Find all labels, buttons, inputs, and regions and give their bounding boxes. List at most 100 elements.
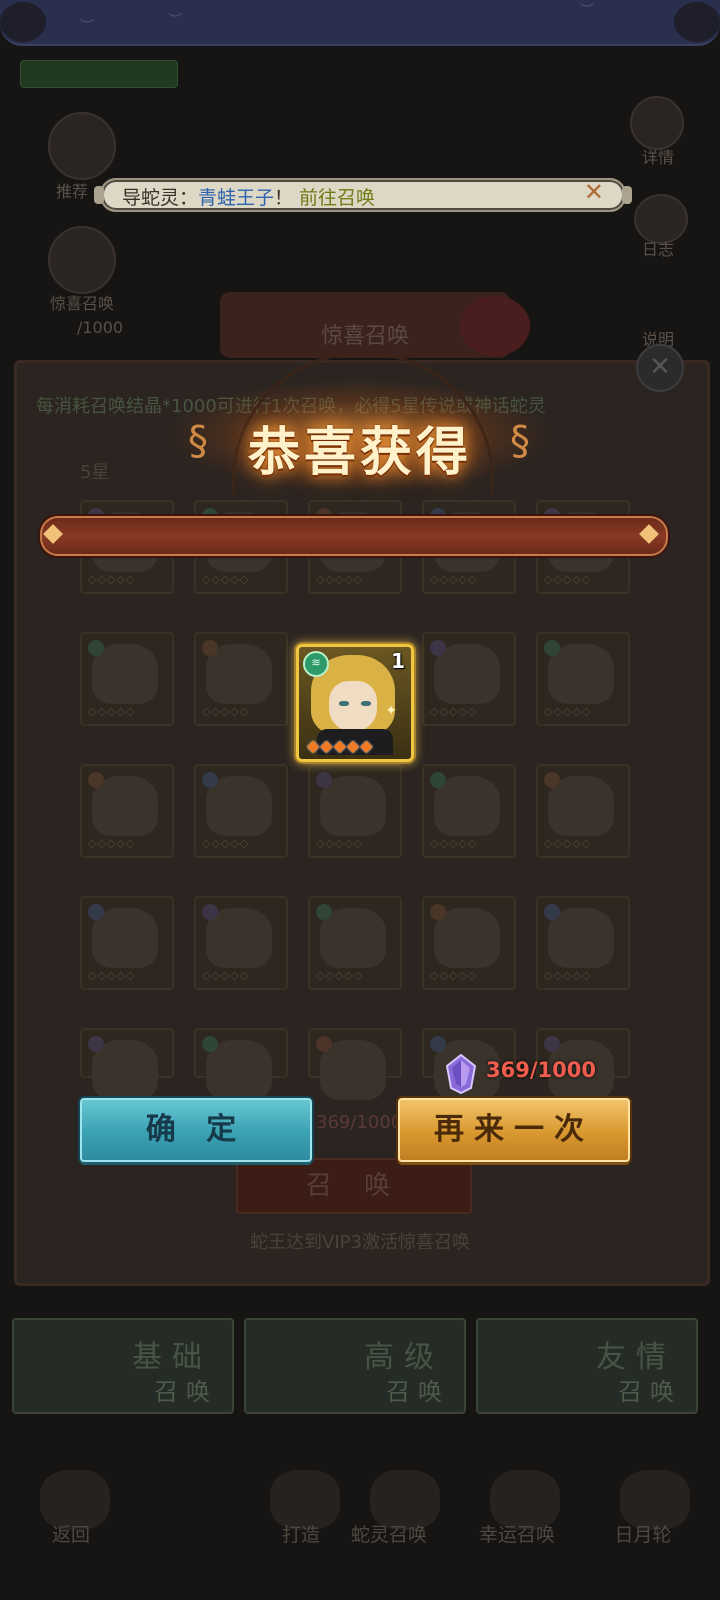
star-rating-icon: ◇◇◇◇◇ xyxy=(202,837,250,850)
resource-bar xyxy=(20,60,178,88)
side-label-surprise-summon: 惊喜召唤 xyxy=(49,294,114,313)
star-rating-icon: ◇◇◇◇◇ xyxy=(88,573,136,586)
star-rating-icon: ◇◇◇◇◇ xyxy=(88,969,136,982)
wind-element-icon: ≋ xyxy=(303,651,329,677)
hero-pool-card: ◇◇◇◇◇ xyxy=(194,632,288,726)
star-rating-icon: ◇◇◇◇◇ xyxy=(88,837,136,850)
hero-pool-card: ◇◇◇◇◇ xyxy=(308,764,402,858)
element-icon xyxy=(544,904,560,920)
nav-snake-summon: 蛇灵召唤 xyxy=(350,1524,427,1546)
obtained-hero-card[interactable]: ✦ ≋ 1 ◆◆◆◆◆ xyxy=(296,644,414,762)
hero-count: 1 xyxy=(391,649,405,673)
snake-head-left-icon xyxy=(0,2,46,42)
star-rating-icon: ◇◇◇◇◇ xyxy=(430,705,478,718)
bird-decoration-icon: ︶ xyxy=(168,13,182,29)
hero-pool-card: ◇◇◇◇◇ xyxy=(194,764,288,858)
element-icon xyxy=(202,772,218,788)
summon-notice-bar[interactable]: 导蛇灵：青蛙王子！ 前往召唤 ✕ xyxy=(94,178,632,212)
element-icon xyxy=(430,904,446,920)
congrats-title: 恭喜获得 xyxy=(247,422,472,483)
element-icon xyxy=(544,1036,560,1052)
side-label-surprise-sub: /1000 xyxy=(76,318,124,337)
hero-star-rating: ◆◆◆◆◆ xyxy=(307,736,374,755)
star-rating-icon: ◇◇◇◇◇ xyxy=(430,969,478,982)
star-rating-icon: ◇◇◇◇◇ xyxy=(544,705,592,718)
hero-pool-card: ◇◇◇◇◇ xyxy=(308,896,402,990)
result-banner xyxy=(40,516,668,556)
hero-face xyxy=(329,681,377,731)
star-rating-icon: ◇◇◇◇◇ xyxy=(202,969,250,982)
tab-sub: 召唤 xyxy=(154,1378,218,1406)
tab-title: 高级 xyxy=(364,1340,444,1375)
heart-icon xyxy=(460,296,530,356)
vip-hint: 蛇王达到VIP3激活惊喜召唤 xyxy=(250,1232,470,1253)
hero-pool-card: ◇◇◇◇◇ xyxy=(536,632,630,726)
notice-exclaim: ！ xyxy=(274,187,294,209)
element-icon xyxy=(88,772,104,788)
hero-pool-card: ◇◇◇◇◇ xyxy=(194,896,288,990)
notice-right-cap xyxy=(622,186,632,204)
hero-pool-card: ◇◇◇◇◇ xyxy=(80,764,174,858)
nav-sun-moon-wheel: 日月轮 xyxy=(614,1524,672,1546)
hero-eye xyxy=(361,701,371,706)
close-x-icon[interactable]: ✕ xyxy=(584,178,604,206)
nav-lucky-summon: 幸运召唤 xyxy=(478,1524,555,1546)
element-icon xyxy=(202,904,218,920)
element-icon xyxy=(430,772,446,788)
summon-again-button[interactable]: 再来一次 xyxy=(398,1098,630,1162)
go-summon-link[interactable]: 前往召唤 xyxy=(299,187,375,209)
bird-decoration-icon: ︶ xyxy=(80,19,94,35)
notice-hero-name: 青蛙王子 xyxy=(198,187,275,209)
hero-pool-card xyxy=(194,1028,288,1100)
summon-cost-text: 369/1000 xyxy=(316,1112,403,1133)
details-icon xyxy=(630,96,684,150)
summon-button: 召 唤 xyxy=(236,1158,472,1214)
element-icon xyxy=(430,1036,446,1052)
star-rating-icon: ◇◇◇◇◇ xyxy=(430,837,478,850)
hero-pool-card: ◇◇◇◇◇ xyxy=(422,896,516,990)
hero-pool-card xyxy=(80,1028,174,1100)
side-label-details: 详情 xyxy=(641,148,674,167)
tab-sub: 召唤 xyxy=(618,1378,682,1406)
star-rating-icon: ◇◇◇◇◇ xyxy=(430,573,478,586)
star-rating-icon: ◇◇◇◇◇ xyxy=(544,837,592,850)
element-icon xyxy=(316,1036,332,1052)
element-icon xyxy=(544,772,560,788)
tab-title: 基础 xyxy=(132,1340,212,1375)
star-rating-icon: ◇◇◇◇◇ xyxy=(544,969,592,982)
sparkle-icon: ✦ xyxy=(385,703,397,719)
tab-advanced-summon: 高级 召唤 xyxy=(244,1318,466,1414)
element-icon xyxy=(544,640,560,656)
element-icon xyxy=(430,640,446,656)
hero-pool-card: ◇◇◇◇◇ xyxy=(80,632,174,726)
recommend-icon xyxy=(48,112,116,180)
crystal-icon xyxy=(445,1054,477,1094)
star-rating-icon: ◇◇◇◇◇ xyxy=(88,705,136,718)
nav-back: 返回 xyxy=(51,1524,90,1546)
element-icon xyxy=(88,640,104,656)
surprise-summon-icon xyxy=(48,226,116,294)
hero-eye xyxy=(339,701,349,706)
hero-pool-card: ◇◇◇◇◇ xyxy=(422,632,516,726)
summon-screen-background: ︶ ︶ ︶ 推荐 惊喜召唤 /1000 详情 日志 说明 惊喜召唤 ✕ 每消耗召… xyxy=(0,0,720,1600)
panel-close-icon: ✕ xyxy=(636,344,684,392)
element-icon xyxy=(316,772,332,788)
hero-pool-card: ◇◇◇◇◇ xyxy=(536,764,630,858)
element-icon xyxy=(202,1036,218,1052)
hero-pool-card: ◇◇◇◇◇ xyxy=(422,764,516,858)
snake-head-right-icon xyxy=(674,2,720,42)
element-icon xyxy=(316,904,332,920)
star-rating-icon: ◇◇◇◇◇ xyxy=(316,969,364,982)
notice-text: 导蛇灵：青蛙王子！ 前往召唤 xyxy=(122,183,375,210)
crystal-count: 369/1000 xyxy=(486,1058,596,1082)
tab-sub: 召唤 xyxy=(386,1378,450,1406)
confirm-button[interactable]: 确 定 xyxy=(80,1098,312,1162)
notice-left-cap xyxy=(94,186,104,204)
notice-prefix: 导蛇灵： xyxy=(122,187,199,209)
star-rating-icon: ◇◇◇◇◇ xyxy=(544,573,592,586)
star-rating-icon: ◇◇◇◇◇ xyxy=(202,573,250,586)
star-rating-icon: ◇◇◇◇◇ xyxy=(202,705,250,718)
bird-decoration-icon: ︶ xyxy=(580,3,594,19)
hero-pool-card: ◇◇◇◇◇ xyxy=(536,896,630,990)
hero-pool-card: ◇◇◇◇◇ xyxy=(80,896,174,990)
